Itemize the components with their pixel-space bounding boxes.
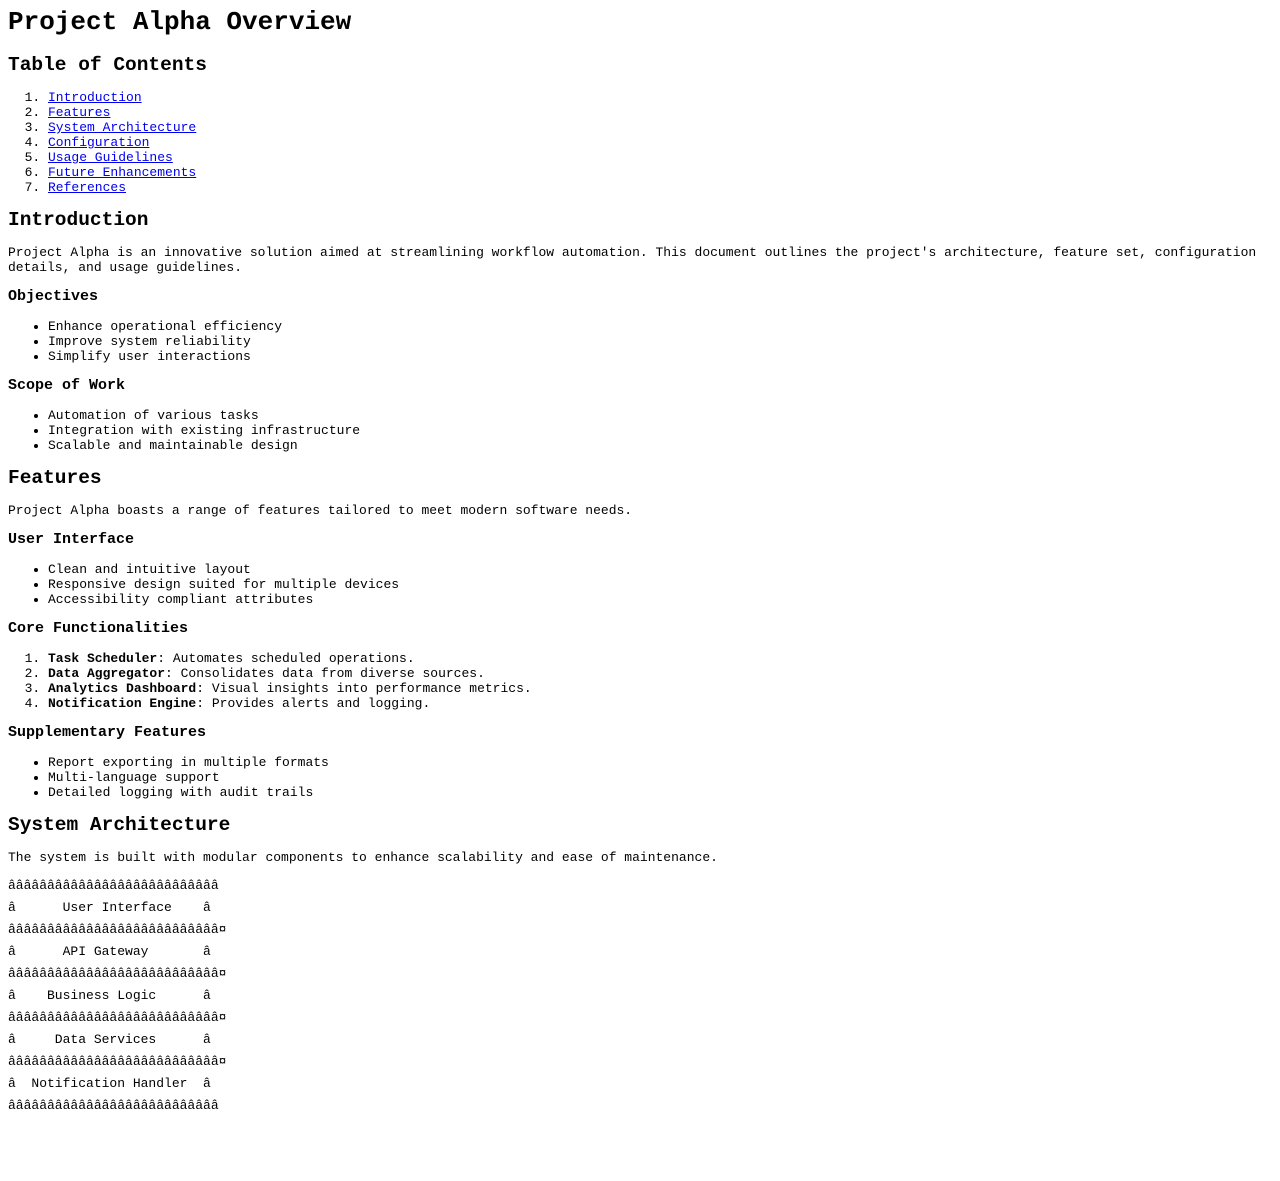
list-item: Integration with existing infrastructure [48,423,1272,438]
toc-link-features[interactable]: Features [48,105,110,120]
feature-description: : Consolidates data from diverse sources… [165,666,485,681]
list-item: Clean and intuitive layout [48,562,1272,577]
scope-heading: Scope of Work [8,377,126,394]
objectives-heading: Objectives [8,288,99,305]
list-item: Improve system reliability [48,334,1272,349]
introduction-heading: Introduction [8,209,149,231]
toc-item: Usage Guidelines [48,150,1272,165]
features-text: Project Alpha boasts a range of features… [8,503,633,518]
toc-link-introduction[interactable]: Introduction [48,90,142,105]
feature-name: Notification Engine [48,696,197,711]
list-item: Scalable and maintainable design [48,438,1272,453]
list-item: Enhance operational efficiency [48,319,1272,334]
feature-name: Task Scheduler [48,651,158,666]
feature-name: Data Aggregator [48,666,166,681]
supplementary-features-heading: Supplementary Features [8,724,207,741]
list-item: Analytics Dashboard: Visual insights int… [48,681,1272,696]
list-item: Report exporting in multiple formats [48,755,1272,770]
toc-list: Introduction Features System Architectur… [8,90,1272,195]
diagram-line: â Data Services â [8,1032,211,1047]
list-item: Simplify user interactions [48,349,1272,364]
architecture-diagram: âââââââââââââââââââââââââââ â User Inter… [8,878,1272,1113]
list-item: Multi-language support [48,770,1272,785]
feature-name: Analytics Dashboard [48,681,197,696]
diagram-line: âââââââââââââââââââââââââââ¤ [8,966,227,981]
user-interface-heading: User Interface [8,531,135,548]
diagram-line: âââââââââââââââââââââââââââ¤ [8,1010,227,1025]
supplementary-features-list: Report exporting in multiple formats Mul… [8,755,1272,800]
diagram-line: âââââââââââââââââââââââââââ¤ [8,922,227,937]
diagram-line: â Business Logic â [8,988,211,1003]
toc-link-configuration[interactable]: Configuration [48,135,149,150]
introduction-text: Project Alpha is an innovative solution … [8,245,1257,275]
diagram-line: âââââââââââââââââââââââââââ¤ [8,1054,227,1069]
page-title: Project Alpha Overview [8,7,352,37]
diagram-line: â Notification Handler â [8,1076,211,1091]
toc-heading: Table of Contents [8,54,207,76]
toc-item: References [48,180,1272,195]
objectives-list: Enhance operational efficiency Improve s… [8,319,1272,364]
core-functionalities-list: Task Scheduler: Automates scheduled oper… [8,651,1272,711]
system-architecture-heading: System Architecture [8,814,231,836]
toc-link-references[interactable]: References [48,180,126,195]
toc-link-system-architecture[interactable]: System Architecture [48,120,196,135]
list-item: Accessibility compliant attributes [48,592,1272,607]
features-heading: Features [8,467,102,489]
diagram-line: â API Gateway â [8,944,211,959]
diagram-line: â User Interface â [8,900,211,915]
feature-description: : Provides alerts and logging. [196,696,431,711]
toc-item: Introduction [48,90,1272,105]
diagram-line: âââââââââââââââââââââââââââ [8,1098,219,1113]
diagram-line: âââââââââââââââââââââââââââ [8,878,219,893]
toc-item: Configuration [48,135,1272,150]
list-item: Automation of various tasks [48,408,1272,423]
feature-description: : Visual insights into performance metri… [196,681,532,696]
toc-link-usage-guidelines[interactable]: Usage Guidelines [48,150,173,165]
core-functionalities-heading: Core Functionalities [8,620,189,637]
list-item: Detailed logging with audit trails [48,785,1272,800]
feature-description: : Automates scheduled operations. [157,651,415,666]
list-item: Data Aggregator: Consolidates data from … [48,666,1272,681]
list-item: Responsive design suited for multiple de… [48,577,1272,592]
list-item: Task Scheduler: Automates scheduled oper… [48,651,1272,666]
toc-item: Future Enhancements [48,165,1272,180]
system-architecture-text: The system is built with modular compone… [8,850,718,865]
user-interface-list: Clean and intuitive layout Responsive de… [8,562,1272,607]
toc-item: Features [48,105,1272,120]
toc-item: System Architecture [48,120,1272,135]
scope-list: Automation of various tasks Integration … [8,408,1272,453]
toc-link-future-enhancements[interactable]: Future Enhancements [48,165,196,180]
list-item: Notification Engine: Provides alerts and… [48,696,1272,711]
